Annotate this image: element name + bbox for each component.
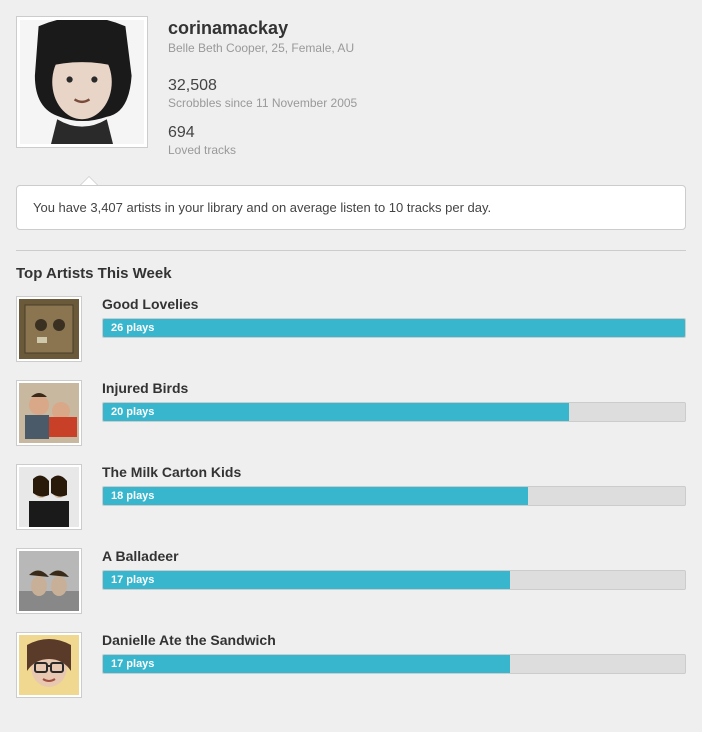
artist-thumb[interactable] (16, 632, 82, 698)
artist-name[interactable]: Good Lovelies (102, 296, 686, 312)
artist-info: Danielle Ate the Sandwich 17 plays (102, 632, 686, 698)
plays-bar-track: 17 plays (102, 654, 686, 674)
plays-bar-fill: 20 plays (103, 403, 569, 421)
plays-bar-fill: 26 plays (103, 319, 685, 337)
artist-name[interactable]: Injured Birds (102, 380, 686, 396)
library-stats-callout: You have 3,407 artists in your library a… (16, 185, 686, 230)
plays-bar-fill: 17 plays (103, 571, 510, 589)
plays-bar-track: 20 plays (102, 402, 686, 422)
artist-info: Good Lovelies 26 plays (102, 296, 686, 362)
artist-row: Danielle Ate the Sandwich 17 plays (16, 632, 686, 698)
plays-bar-track: 26 plays (102, 318, 686, 338)
profile-subline: Belle Beth Cooper, 25, Female, AU (168, 41, 357, 55)
plays-bar-fill: 18 plays (103, 487, 528, 505)
artist-info: A Balladeer 17 plays (102, 548, 686, 614)
loved-count: 694 (168, 124, 357, 142)
loved-label: Loved tracks (168, 143, 357, 157)
artist-info: Injured Birds 20 plays (102, 380, 686, 446)
artist-info: The Milk Carton Kids 18 plays (102, 464, 686, 530)
divider (16, 250, 686, 251)
artist-name[interactable]: The Milk Carton Kids (102, 464, 686, 480)
artist-row: The Milk Carton Kids 18 plays (16, 464, 686, 530)
artist-thumb[interactable] (16, 548, 82, 614)
plays-bar-track: 18 plays (102, 486, 686, 506)
scrobbles-count: 32,508 (168, 77, 357, 95)
artist-thumb[interactable] (16, 380, 82, 446)
avatar[interactable] (16, 16, 148, 148)
plays-bar-fill: 17 plays (103, 655, 510, 673)
section-title: Top Artists This Week (16, 265, 686, 282)
artist-name[interactable]: Danielle Ate the Sandwich (102, 632, 686, 648)
artist-thumb[interactable] (16, 296, 82, 362)
scrobbles-label: Scrobbles since 11 November 2005 (168, 96, 357, 110)
plays-bar-track: 17 plays (102, 570, 686, 590)
artist-row: A Balladeer 17 plays (16, 548, 686, 614)
artist-row: Good Lovelies 26 plays (16, 296, 686, 362)
artist-thumb[interactable] (16, 464, 82, 530)
artist-name[interactable]: A Balladeer (102, 548, 686, 564)
username[interactable]: corinamackay (168, 18, 357, 39)
callout-text: You have 3,407 artists in your library a… (16, 185, 686, 230)
profile-header: corinamackay Belle Beth Cooper, 25, Fema… (16, 16, 686, 171)
top-artists-list: Good Lovelies 26 plays Injured Birds 20 pla… (16, 296, 686, 698)
profile-info: corinamackay Belle Beth Cooper, 25, Fema… (168, 16, 357, 171)
callout-arrow-icon (80, 176, 98, 185)
artist-row: Injured Birds 20 plays (16, 380, 686, 446)
